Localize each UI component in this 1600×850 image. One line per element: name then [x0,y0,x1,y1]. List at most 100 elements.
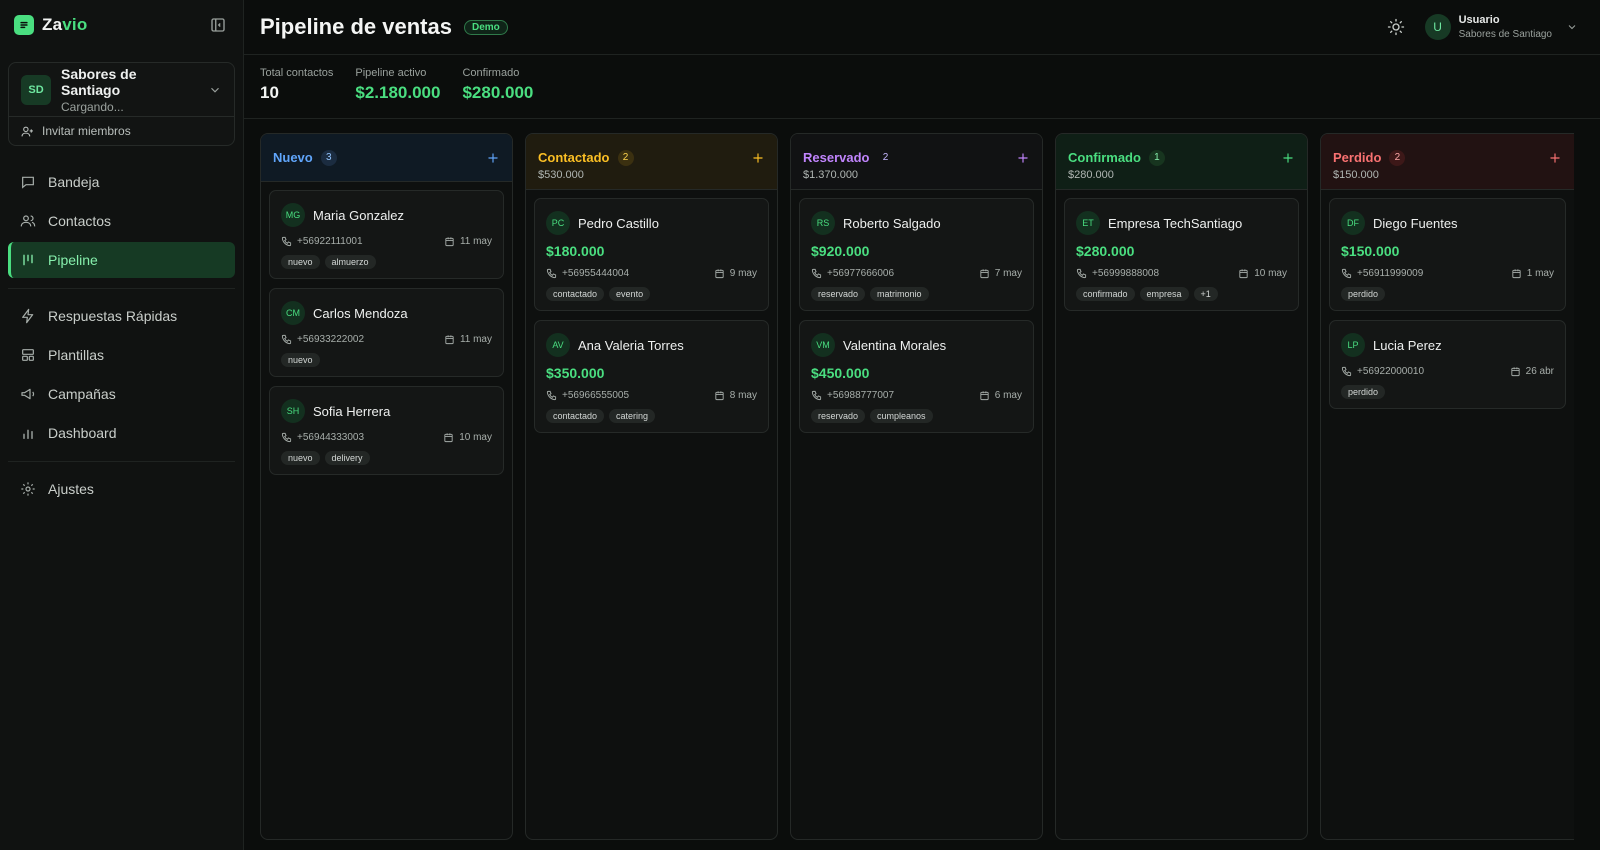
sun-icon[interactable] [1387,18,1405,36]
deal-card[interactable]: LP Lucia Perez +56922000010 26 abr perdido [1329,320,1566,409]
contact-phone: +56944333003 [297,432,365,443]
calendar-icon [1510,366,1521,377]
avatar: VM [811,333,835,357]
deal-card[interactable]: ET Empresa TechSantiago $280.000 +569998880… [1064,198,1299,311]
nav-label: Pipeline [48,252,98,268]
card-date: 10 may [1254,268,1287,279]
avatar: ET [1076,211,1100,235]
column-header: Nuevo 3 [261,134,512,182]
nav-item-dashboard[interactable]: Dashboard [8,415,235,451]
card-date: 1 may [1526,268,1554,279]
phone-icon [281,334,292,345]
deal-card[interactable]: AV Ana Valeria Torres $350.000 +56966555005… [534,320,769,433]
nav-item-campanas[interactable]: Campañas [8,376,235,412]
nav-item-ajustes[interactable]: Ajustes [8,471,235,507]
nav-item-contactos[interactable]: Contactos [8,203,235,239]
deal-card[interactable]: DF Diego Fuentes $150.000 +56911999009 1 may… [1329,198,1566,311]
calendar-icon [1511,268,1522,279]
card-date: 7 may [994,268,1022,279]
tag: +1 [1193,287,1218,301]
nav-item-pipeline[interactable]: Pipeline [8,242,235,278]
card-list: RS Roberto Salgado $920.000 +56977666006 7 m… [791,190,1042,441]
user-menu[interactable]: U Usuario Sabores de Santiago [1424,14,1578,40]
phone-icon [1341,366,1352,377]
chat-logo-icon [14,15,34,35]
phone-icon [546,268,557,279]
tag: nuevo [281,353,320,367]
avatar: U [1424,14,1451,40]
contact-name: Pedro Castillo [578,215,659,231]
tag: matrimonio [870,287,929,301]
nav-label: Respuestas Rápidas [48,308,178,324]
pipeline-column-reservado: Reservado 2 $1.370.000 RS Roberto Salgado $92… [790,133,1043,840]
plus-icon[interactable] [1016,151,1030,165]
invite-members-button[interactable]: Invitar miembros [9,116,234,145]
contact-phone: +56988777007 [827,390,895,401]
card-list: DF Diego Fuentes $150.000 +56911999009 1 may… [1321,190,1574,417]
plus-icon[interactable] [486,151,500,165]
stat-label: Total contactos [260,67,334,79]
kanban-board: Nuevo 3 MG Maria Gonzalez +56922111001 11 may… [244,119,1600,850]
tag: confirmado [1076,287,1135,301]
tag: contactado [546,287,605,301]
nav-item-respuestas-rapidas[interactable]: Respuestas Rápidas [8,298,235,334]
calendar-icon [1238,268,1249,279]
contact-phone: +56977666006 [827,268,895,279]
nav-label: Contactos [48,213,112,229]
org-status: Cargando... [61,99,124,114]
pipeline-column-contactado: Contactado 2 $530.000 PC Pedro Castillo $180.… [525,133,778,840]
nav-item-bandeja[interactable]: Bandeja [8,164,235,200]
tag: perdido [1341,385,1386,399]
contact-phone: +56933222002 [297,334,365,345]
sidebar-collapse-icon[interactable] [209,16,227,34]
phone-icon [811,268,822,279]
pipeline-column-confirmado: Confirmado 1 $280.000 ET Empresa TechSantiag… [1055,133,1308,840]
phone-icon [546,390,557,401]
nav-item-plantillas[interactable]: Plantillas [8,337,235,373]
deal-card[interactable]: RS Roberto Salgado $920.000 +56977666006 7 m… [799,198,1034,311]
pipeline-icon [20,252,36,268]
pipeline-stats: Total contactos 10 Pipeline activo $2.18… [244,55,1600,119]
column-title: Contactado [538,150,610,165]
deal-card[interactable]: CM Carlos Mendoza +56933222002 11 may nuevo [269,288,504,377]
plus-icon[interactable] [1548,151,1562,165]
stat-total-contacts: Total contactos 10 [260,67,333,103]
users-icon [20,213,36,229]
contact-phone: +56922000010 [1357,366,1425,377]
deal-card[interactable]: SH Sofia Herrera +56944333003 10 may nuevo de… [269,386,504,475]
avatar: RS [811,211,835,235]
calendar-icon [714,268,725,279]
bar-chart-icon [20,425,36,441]
card-date: 26 abr [1525,366,1554,377]
megaphone-icon [20,386,36,402]
card-list: MG Maria Gonzalez +56922111001 11 may nuevo a… [261,182,512,483]
plus-icon[interactable] [1281,151,1295,165]
nav-label: Bandeja [48,174,100,190]
card-list: PC Pedro Castillo $180.000 +56955444004 9 ma… [526,190,777,441]
column-total: $150.000 [1333,169,1379,181]
contact-phone: +56955444004 [562,268,630,279]
tag: catering [609,409,656,423]
org-name: Sabores de Santiago [61,65,137,98]
org-selector[interactable]: SD Sabores de Santiago Cargando... [9,63,234,116]
deal-card[interactable]: PC Pedro Castillo $180.000 +56955444004 9 ma… [534,198,769,311]
org-avatar: SD [21,74,51,105]
deal-amount: $150.000 [1341,243,1400,259]
user-plus-icon [21,125,34,138]
calendar-icon [714,390,725,401]
column-count: 2 [882,152,889,163]
contact-name: Lucia Perez [1373,337,1442,353]
deal-card[interactable]: VM Valentina Morales $450.000 +56988777007 6… [799,320,1034,433]
tag: reservado [811,409,866,423]
plus-icon[interactable] [751,151,765,165]
avatar: DF [1341,211,1365,235]
contact-name: Roberto Salgado [843,215,941,231]
contact-phone: +56911999009 [1357,268,1424,279]
column-count: 3 [320,149,337,166]
column-total: $530.000 [538,169,584,181]
avatar: CM [281,301,305,325]
deal-card[interactable]: MG Maria Gonzalez +56922111001 11 may nuevo a… [269,190,504,279]
contact-name: Empresa TechSantiago [1108,215,1243,231]
brand[interactable]: Zavio [14,15,87,35]
tag: nuevo [281,255,320,269]
